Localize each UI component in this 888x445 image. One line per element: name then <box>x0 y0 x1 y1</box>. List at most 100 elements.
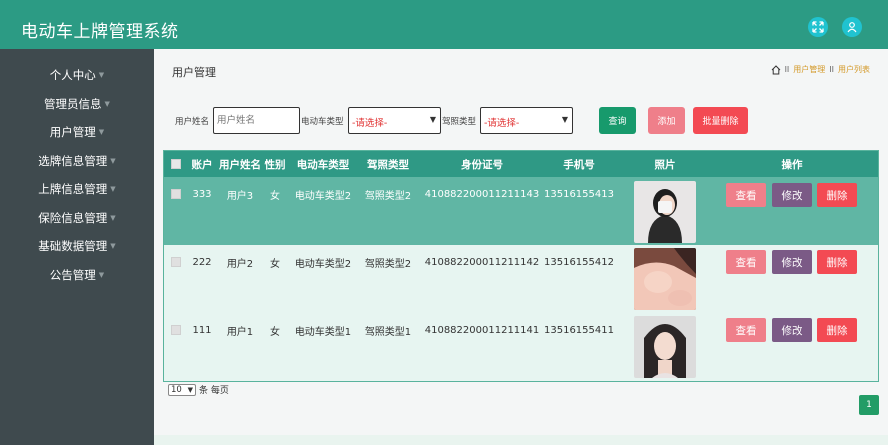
ev-type-cell: 电动车类型1 <box>294 326 352 338</box>
delete-button[interactable]: 删除 <box>817 250 857 274</box>
sidebar-item-announcements[interactable]: 公告管理 ▼ <box>0 261 154 290</box>
column-header: 用户姓名 <box>219 158 261 171</box>
view-button[interactable]: 查看 <box>726 183 766 207</box>
chevron-down-icon: ▼ <box>98 270 105 279</box>
chevron-down-icon: ▼ <box>104 99 110 108</box>
page-number-button[interactable]: 1 <box>859 395 879 415</box>
sidebar-item-basic-data[interactable]: 基础数据管理 ▼ <box>0 232 154 261</box>
chevron-down-icon: ▼ <box>110 213 116 222</box>
sidebar-item-label: 基础数据管理 <box>38 239 108 254</box>
page-title: 用户管理 <box>172 66 216 79</box>
chevron-down-icon: ▼ <box>110 156 116 165</box>
query-button[interactable]: 查询 <box>599 107 636 134</box>
row-checkbox[interactable] <box>171 257 181 267</box>
table-row[interactable]: 111 用户1 女 电动车类型1 驾照类型1 41088220001121114… <box>164 313 878 381</box>
id-number-cell: 410882200011211141 <box>424 324 540 336</box>
sidebar-item-admin-info[interactable]: 管理员信息 ▼ <box>0 90 154 119</box>
row-checkbox[interactable] <box>171 189 181 199</box>
ev-type-cell: 电动车类型2 <box>294 258 352 270</box>
phone-cell: 13516155411 <box>544 324 614 336</box>
ev-type-cell: 电动车类型2 <box>294 190 352 202</box>
select-all-checkbox[interactable] <box>171 159 181 169</box>
home-icon[interactable] <box>771 64 781 75</box>
license-type-selected-value: -请选择- <box>484 118 520 129</box>
account-cell: 111 <box>192 324 212 336</box>
gender-cell: 女 <box>270 326 280 338</box>
page-size-select[interactable]: 10 ▼ <box>168 383 196 396</box>
sidebar-item-label: 管理员信息 <box>44 96 102 111</box>
license-type-label: 驾照类型 <box>442 117 477 127</box>
edit-button[interactable]: 修改 <box>772 250 812 274</box>
chevron-down-icon: ▼ <box>187 385 193 394</box>
edit-button[interactable]: 修改 <box>772 183 812 207</box>
license-type-cell: 驾照类型2 <box>364 190 412 202</box>
per-page-label: 条 每页 <box>199 386 229 396</box>
pagination-size: 10 ▼ 条 每页 <box>168 383 229 396</box>
chevron-down-icon: ▼ <box>110 242 116 251</box>
sidebar-item-personal-center[interactable]: 个人中心 ▼ <box>0 61 154 90</box>
gender-cell: 女 <box>270 258 280 270</box>
license-type-cell: 驾照类型1 <box>364 326 412 338</box>
chevron-down-icon: ▼ <box>98 128 105 137</box>
add-button[interactable]: 添加 <box>648 107 685 134</box>
top-header: 电动车上牌管理系统 <box>0 0 888 49</box>
chevron-down-icon: ▼ <box>110 185 116 194</box>
page-topbar: 用户管理 II 用户管理 II 用户列表 <box>154 49 888 86</box>
column-header: 照片 <box>654 158 676 171</box>
name-input[interactable] <box>213 107 300 134</box>
account-cell: 333 <box>192 188 212 200</box>
sidebar-item-label: 个人中心 <box>49 68 96 83</box>
phone-cell: 13516155413 <box>544 188 614 200</box>
column-header: 操作 <box>781 158 803 171</box>
edit-button[interactable]: 修改 <box>772 318 812 342</box>
phone-cell: 13516155412 <box>544 256 614 268</box>
gender-cell: 女 <box>270 190 280 202</box>
breadcrumb-user-management[interactable]: 用户管理 <box>793 64 825 75</box>
view-button[interactable]: 查看 <box>726 318 766 342</box>
breadcrumb-separator: II <box>784 65 790 74</box>
column-header: 账户 <box>191 158 213 171</box>
chevron-down-icon: ▼ <box>98 71 105 80</box>
chevron-down-icon: ▼ <box>429 115 436 124</box>
sidebar-item-user-management[interactable]: 用户管理 ▼ <box>0 118 154 147</box>
sidebar-item-label: 选牌信息管理 <box>38 153 108 168</box>
view-button[interactable]: 查看 <box>726 250 766 274</box>
ev-type-select[interactable]: -请选择- ▼ <box>348 107 441 134</box>
sidebar-item-label: 用户管理 <box>49 125 96 140</box>
delete-button[interactable]: 删除 <box>817 318 857 342</box>
name-cell: 用户3 <box>226 190 254 202</box>
user-photo[interactable] <box>634 316 696 378</box>
column-header: 驾照类型 <box>367 158 409 171</box>
app-title: 电动车上牌管理系统 <box>21 22 179 42</box>
id-number-cell: 410882200011211143 <box>424 188 540 200</box>
footer-strip <box>154 435 888 445</box>
user-photo[interactable] <box>634 181 696 243</box>
search-form: 用户姓名 电动车类型 -请选择- ▼ 驾照类型 -请选择- ▼ 查询 添加 批量… <box>154 107 888 137</box>
license-type-cell: 驾照类型2 <box>364 258 412 270</box>
sidebar-item-plate-selection[interactable]: 选牌信息管理 ▼ <box>0 147 154 176</box>
table-header: 账户 用户姓名 性别 电动车类型 驾照类型 身份证号 手机号 照片 操作 <box>164 151 878 177</box>
name-cell: 用户1 <box>226 326 254 338</box>
batch-delete-button[interactable]: 批量删除 <box>693 107 748 134</box>
sidebar-item-plate-registration[interactable]: 上牌信息管理 ▼ <box>0 175 154 204</box>
row-checkbox[interactable] <box>171 325 181 335</box>
sidebar-item-insurance[interactable]: 保险信息管理 ▼ <box>0 204 154 233</box>
user-icon[interactable] <box>842 17 862 37</box>
user-table: 账户 用户姓名 性别 电动车类型 驾照类型 身份证号 手机号 照片 操作 333… <box>163 150 879 382</box>
breadcrumb-user-list[interactable]: 用户列表 <box>838 64 870 75</box>
name-label: 用户姓名 <box>175 117 210 127</box>
table-row[interactable]: 333 用户3 女 电动车类型2 驾照类型2 41088220001121114… <box>164 177 878 245</box>
sidebar-item-label: 公告管理 <box>49 267 96 282</box>
id-number-cell: 410882200011211142 <box>424 256 540 268</box>
table-row[interactable]: 222 用户2 女 电动车类型2 驾照类型2 41088220001121114… <box>164 245 878 313</box>
breadcrumb-separator: II <box>829 65 834 74</box>
license-type-select[interactable]: -请选择- ▼ <box>480 107 573 134</box>
name-cell: 用户2 <box>226 258 254 270</box>
fullscreen-icon[interactable] <box>808 17 828 37</box>
column-header: 手机号 <box>563 158 595 171</box>
column-header: 性别 <box>264 158 286 171</box>
column-header: 电动车类型 <box>296 158 350 171</box>
breadcrumb: II 用户管理 II 用户列表 <box>771 64 870 75</box>
delete-button[interactable]: 删除 <box>817 183 857 207</box>
user-photo[interactable] <box>634 248 696 310</box>
